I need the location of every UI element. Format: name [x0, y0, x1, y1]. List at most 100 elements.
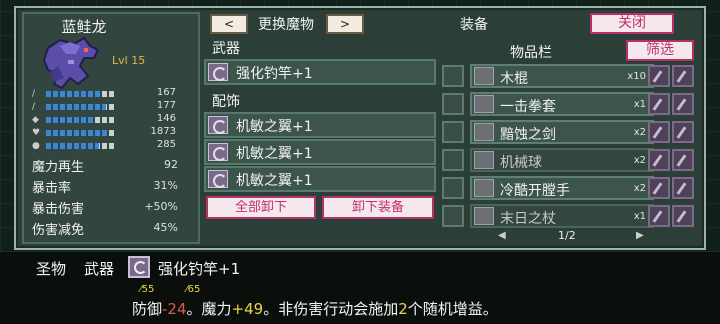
heart-icon: ♥: [32, 128, 41, 138]
attr-value: 31%: [153, 179, 178, 192]
desc-text: 个随机增益。: [407, 300, 498, 318]
wing-icon: [208, 143, 228, 161]
equipment-title: 装备: [460, 17, 488, 33]
stat-bar: [46, 104, 116, 110]
inventory-row: 末日之杖 x1: [442, 204, 694, 228]
stat-value: 285: [156, 139, 176, 150]
weapon-slot[interactable]: 强化钓竿+1: [204, 59, 436, 85]
item-category-icon: [442, 65, 464, 87]
unequip-all-button[interactable]: 全部卸下: [206, 196, 316, 219]
equip-slot-icon[interactable]: [672, 149, 694, 171]
desc-mana-value: +49: [231, 300, 264, 318]
item-name: 一击拳套: [500, 99, 556, 115]
tooltip-stat-attack-value: 55: [141, 284, 155, 295]
equip-slot-icon[interactable]: [648, 177, 670, 199]
equip-slot-icon[interactable]: [648, 205, 670, 227]
item-category-icon: [442, 93, 464, 115]
inventory-item[interactable]: 冷酷开膛手 x2: [470, 176, 654, 200]
stat-bar: [46, 130, 116, 136]
equipment-slots-panel: 武器 强化钓竿+1 配饰 机敏之翼+1 机敏之翼+1 机敏之翼+1: [204, 38, 436, 220]
accessory-slot-1[interactable]: 机敏之翼+1: [204, 112, 436, 138]
accessory-slot-2[interactable]: 机敏之翼+1: [204, 139, 436, 165]
page-indicator: 1/2: [558, 229, 576, 242]
attr-crit-rate: 暴击率 31%: [32, 177, 192, 196]
item-qty: x2: [633, 183, 646, 194]
close-button[interactable]: 关闭: [590, 13, 674, 34]
scythe-icon: [474, 179, 494, 197]
stat-row-magic: / 177: [32, 100, 192, 113]
attr-label: 伤害减免: [32, 223, 85, 238]
stat-bar: [46, 91, 116, 97]
inventory-item[interactable]: 一击拳套 x1: [470, 92, 654, 116]
inventory-row: 黯蚀之剑 x2: [442, 120, 694, 144]
accessory-section-label: 配饰: [212, 94, 240, 110]
tooltip-item-name: 强化钓竿+1: [158, 260, 241, 278]
equip-slot-icon[interactable]: [672, 65, 694, 87]
equip-slot-icon[interactable]: [648, 149, 670, 171]
stat-value: 167: [156, 87, 176, 98]
item-name: 黯蚀之剑: [500, 127, 556, 143]
accessory-slot-name: 机敏之翼+1: [236, 173, 313, 189]
equip-slot-icon[interactable]: [648, 93, 670, 115]
item-qty: x2: [633, 155, 646, 166]
item-name: 末日之杖: [500, 211, 556, 227]
attr-damage-reduction: 伤害减免 45%: [32, 219, 192, 238]
stat-bar: [46, 117, 116, 123]
accessory-slot-name: 机敏之翼+1: [236, 146, 313, 162]
stat-value: 1873: [150, 126, 176, 137]
page-next-icon[interactable]: ▶: [636, 230, 644, 241]
attr-value: 45%: [153, 221, 178, 234]
inventory-row: 冷酷开膛手 x2: [442, 176, 694, 200]
weapon-slot-name: 强化钓竿+1: [236, 66, 313, 82]
monster-portrait: [42, 36, 100, 90]
filter-button[interactable]: 筛选: [626, 40, 694, 61]
inventory-row: 机械球 x2: [442, 148, 694, 172]
inventory-item[interactable]: 木棍 x10: [470, 64, 654, 88]
stat-row-defense: ◆ 146: [32, 113, 192, 126]
accessory-slot-3[interactable]: 机敏之翼+1: [204, 166, 436, 192]
stick-icon: [474, 67, 494, 85]
tooltip-stat-magic-value: 65: [187, 284, 201, 295]
inventory-item[interactable]: 末日之杖 x1: [470, 204, 654, 228]
prev-monster-button[interactable]: <: [210, 14, 248, 34]
attr-value: +50%: [144, 200, 178, 213]
equip-slot-icon[interactable]: [672, 93, 694, 115]
monster-panel: 蓝鲑龙 Lvl 15 / 167 / 177 ◆ 146 ♥ 1873 ● 28…: [22, 12, 200, 244]
monster-level: Lvl 15: [112, 54, 146, 67]
equip-slot-icon[interactable]: [672, 121, 694, 143]
item-qty: x1: [633, 99, 646, 110]
next-monster-button[interactable]: >: [326, 14, 364, 34]
item-category-icon: [442, 149, 464, 171]
sword-icon: [474, 123, 494, 141]
inventory-item[interactable]: 黯蚀之剑 x2: [470, 120, 654, 144]
unequip-button[interactable]: 卸下装备: [322, 196, 434, 219]
weapon-section-label: 武器: [212, 41, 240, 57]
desc-text: 。非伤害行动会施加: [263, 300, 399, 318]
orb-icon: [474, 151, 494, 169]
stat-row-mana: ● 285: [32, 139, 192, 152]
inventory-title: 物品栏: [510, 45, 552, 61]
item-category-icon: [442, 177, 464, 199]
attr-crit-damage: 暴击伤害 +50%: [32, 198, 192, 217]
equip-slot-icon[interactable]: [648, 121, 670, 143]
stat-value: 146: [156, 113, 176, 124]
stat-row-health: ♥ 1873: [32, 126, 192, 139]
equip-slot-icon[interactable]: [648, 65, 670, 87]
fishing-rod-icon: [208, 63, 228, 81]
equip-slot-icon[interactable]: [672, 177, 694, 199]
staff-icon: /: [32, 102, 36, 112]
stat-bar: [46, 143, 116, 149]
item-qty: x2: [633, 127, 646, 138]
staff-icon: [474, 207, 494, 225]
item-category-icon: [442, 121, 464, 143]
inventory-item[interactable]: 机械球 x2: [470, 148, 654, 172]
attr-label: 魔力再生: [32, 160, 85, 175]
equip-slot-icon[interactable]: [672, 205, 694, 227]
item-category-icon: [442, 205, 464, 227]
shield-icon: ◆: [32, 115, 39, 125]
sword-icon: /: [32, 89, 36, 99]
attr-value: 92: [164, 158, 178, 171]
tooltip-slot: 武器: [84, 260, 115, 278]
page-prev-icon[interactable]: ◀: [498, 230, 506, 241]
inventory-row: 一击拳套 x1: [442, 92, 694, 116]
